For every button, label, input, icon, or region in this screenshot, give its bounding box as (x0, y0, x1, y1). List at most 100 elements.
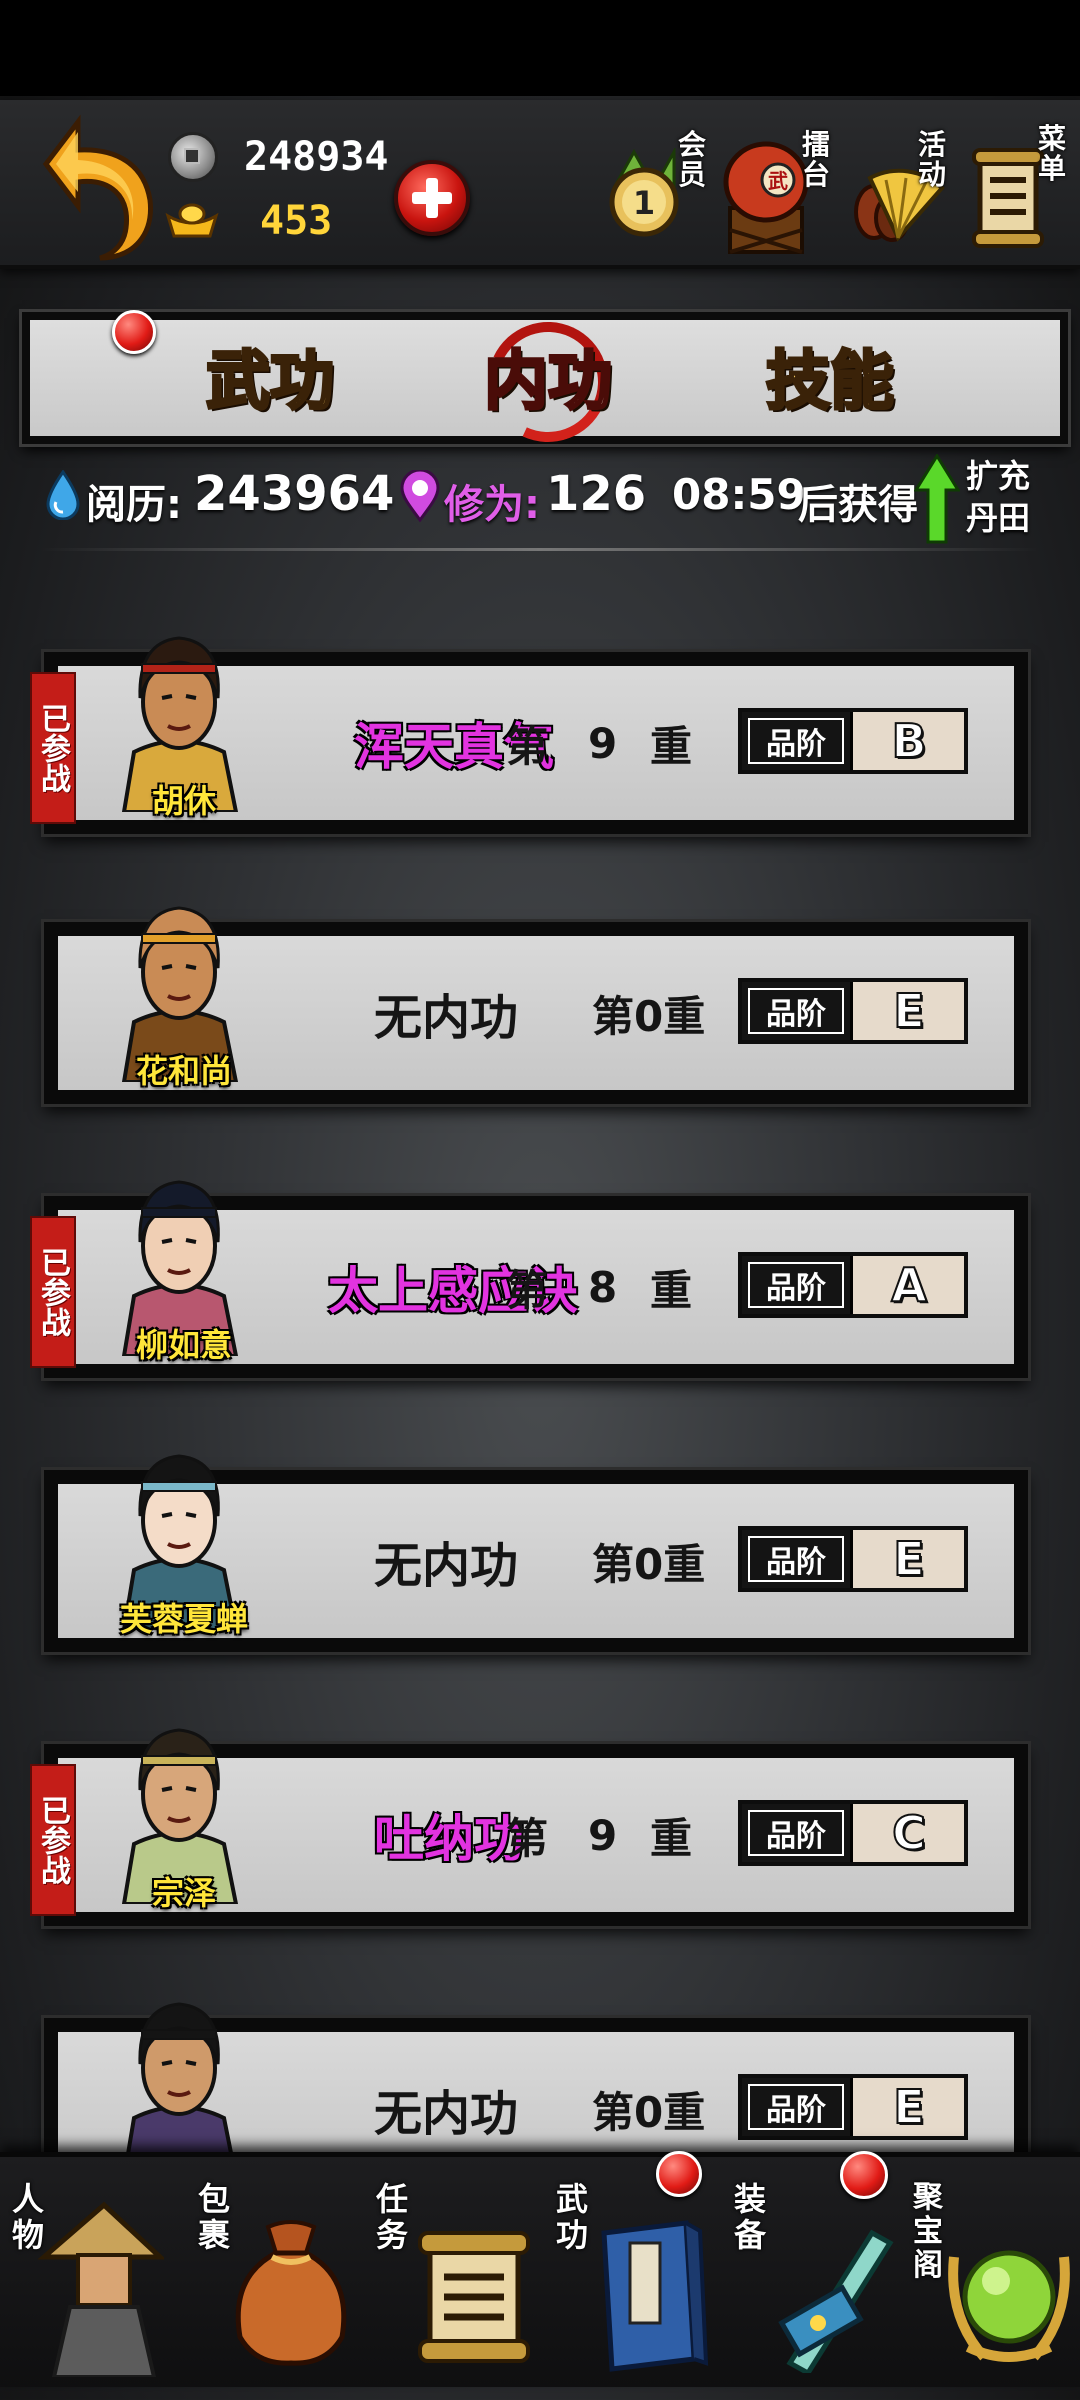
tab-martial-arts[interactable]: 武功 (150, 334, 390, 421)
grade-value: C (891, 1805, 927, 1861)
silver-coin-icon (168, 132, 218, 182)
status-bar (0, 0, 1080, 96)
vip-medal-icon: 1 (609, 148, 679, 237)
cultivation-gem-icon (400, 470, 440, 522)
silver-amount: 248934 (244, 134, 389, 180)
grade-label: 品阶 (742, 1530, 853, 1588)
nav-quest-label: 任务 (375, 2180, 408, 2254)
timer-value: 08:59 (672, 470, 806, 519)
tab-badge-dot (112, 310, 156, 354)
water-drop-icon (46, 470, 80, 520)
nav-martial-arts[interactable]: 武功 (544, 2151, 724, 2387)
hero-card[interactable]: 已参战 柳如意 太上感应诀第 8 重品阶 A (30, 1180, 1028, 1378)
gold-amount: 453 (260, 198, 333, 244)
treasure-orb-icon (948, 2250, 1070, 2362)
level-value: 第0重 (592, 991, 706, 1041)
stats-divider (40, 548, 1040, 551)
hero-card[interactable]: 花和尚 无内功 第0重 品阶 E (44, 906, 1028, 1104)
skill-tabs: 武功 内功 技能 (22, 305, 1068, 459)
grade-value: A (890, 1257, 928, 1313)
svg-text:武: 武 (768, 169, 788, 193)
character-hat-icon (37, 2201, 164, 2377)
recharge-plus-button[interactable] (394, 160, 470, 236)
hero-name: 柳如意 (135, 1326, 232, 1364)
level-suffix: 重 (650, 1265, 693, 1315)
nav-bag[interactable]: 包裹 (186, 2157, 366, 2387)
grade-label: 品阶 (742, 712, 853, 770)
menu-label: 菜单 (1037, 122, 1066, 185)
grade-badge: 品阶 E (738, 978, 968, 1044)
stats-row: 阅历: 243964 修为: 126 08:59 后获得 (40, 462, 1050, 532)
grade-badge: 品阶 E (738, 1526, 968, 1592)
joined-battle-tag: 已参战 (30, 1216, 76, 1368)
grade-badge: 品阶 A (738, 1252, 968, 1318)
up-arrow-icon (914, 454, 960, 544)
game-screen: 248934 453 1 会员 武 擂台 活动 菜单 武功 内功 技能 阅历: … (0, 0, 1080, 2400)
grade-value: B (890, 713, 927, 769)
level-prefix: 第 (506, 721, 549, 771)
inner-power-skill-name: 无内功 (374, 990, 519, 1046)
nav-equipment-label: 装备 (733, 2180, 766, 2254)
grade-label: 品阶 (742, 1804, 853, 1862)
nav-treasure-label: 聚宝阁 (913, 2180, 943, 2283)
nav-character[interactable]: 人物 (0, 2157, 180, 2387)
cultivation-label: 修为: (444, 482, 540, 528)
bag-icon (235, 2220, 347, 2366)
level-value: 第0重 (592, 1539, 706, 1589)
grade-value: E (892, 2079, 925, 2135)
svg-text:1: 1 (633, 184, 655, 222)
hero-portrait-icon (121, 2002, 239, 2178)
level-value: 8 (588, 1262, 618, 1312)
joined-battle-tag: 已参战 (30, 1764, 76, 1916)
nav-martial-badge-dot (656, 2151, 702, 2197)
gold-ingot-icon (165, 203, 219, 238)
grade-value: E (892, 983, 925, 1039)
nav-quest[interactable]: 任务 (364, 2157, 544, 2387)
event-label: 活动 (917, 128, 946, 191)
tab-inner-power[interactable]: 内功 (428, 334, 668, 421)
inner-power-skill-name: 吐纳功 (374, 1810, 524, 1868)
level-suffix: 重 (650, 721, 693, 771)
nav-martial-arts-label: 武功 (555, 2180, 588, 2254)
equipment-weapon-icon (778, 2229, 894, 2373)
level-value: 9 (588, 718, 618, 768)
joined-battle-tag: 已参战 (30, 672, 76, 824)
grade-label: 品阶 (742, 1256, 853, 1314)
quest-scroll-icon (418, 2231, 530, 2363)
level-suffix: 重 (650, 1813, 693, 1863)
nav-equipment[interactable]: 装备 (722, 2151, 902, 2387)
martial-book-icon (601, 2220, 709, 2372)
level-value: 第0重 (592, 2087, 706, 2137)
hero-name: 胡休 (151, 782, 216, 820)
vip-label: 会员 (677, 128, 706, 191)
arena-label: 擂台 (801, 128, 830, 191)
hero-card[interactable]: 已参战 胡休 浑天真气第 9 重品阶 B (30, 636, 1028, 834)
tab-skills[interactable]: 技能 (710, 334, 950, 421)
grade-badge: 品阶 C (738, 1800, 968, 1866)
grade-label: 品阶 (742, 982, 853, 1040)
nav-equipment-badge-dot (840, 2151, 888, 2199)
scroll-menu-icon (972, 148, 1044, 248)
level-prefix: 第 (506, 1265, 549, 1315)
grade-label: 品阶 (742, 2078, 853, 2136)
hero-card[interactable]: 芙蓉夏蝉 无内功 第0重 品阶 E (44, 1454, 1028, 1652)
nav-treasure-pavilion[interactable]: 聚宝阁 (900, 2157, 1080, 2387)
nav-bag-label: 包裹 (197, 2180, 230, 2254)
hero-name: 宗泽 (151, 1874, 216, 1912)
hero-card[interactable]: 已参战 宗泽 吐纳功第 9 重品阶 C (30, 1728, 1028, 1926)
exp-value: 243964 (194, 466, 395, 522)
expand-label-2: 丹田 (966, 499, 1031, 537)
inner-power-skill-name: 无内功 (374, 2086, 519, 2142)
grade-badge: 品阶 E (738, 2074, 968, 2140)
timer-suffix: 后获得 (798, 482, 918, 528)
back-arrow-icon[interactable] (38, 112, 158, 262)
cultivation-value: 126 (546, 466, 647, 522)
level-value: 9 (588, 1810, 618, 1860)
hero-name: 芙蓉夏蝉 (119, 1600, 248, 1638)
nav-character-label: 人物 (11, 2180, 44, 2254)
expand-label-1: 扩充 (966, 457, 1031, 495)
grade-badge: 品阶 B (738, 708, 968, 774)
grade-value: E (892, 1531, 925, 1587)
arena-drum-icon: 武 (723, 141, 809, 254)
bottom-nav: 人物 包裹 任务 武功 装备 聚宝阁 (0, 2151, 1080, 2387)
